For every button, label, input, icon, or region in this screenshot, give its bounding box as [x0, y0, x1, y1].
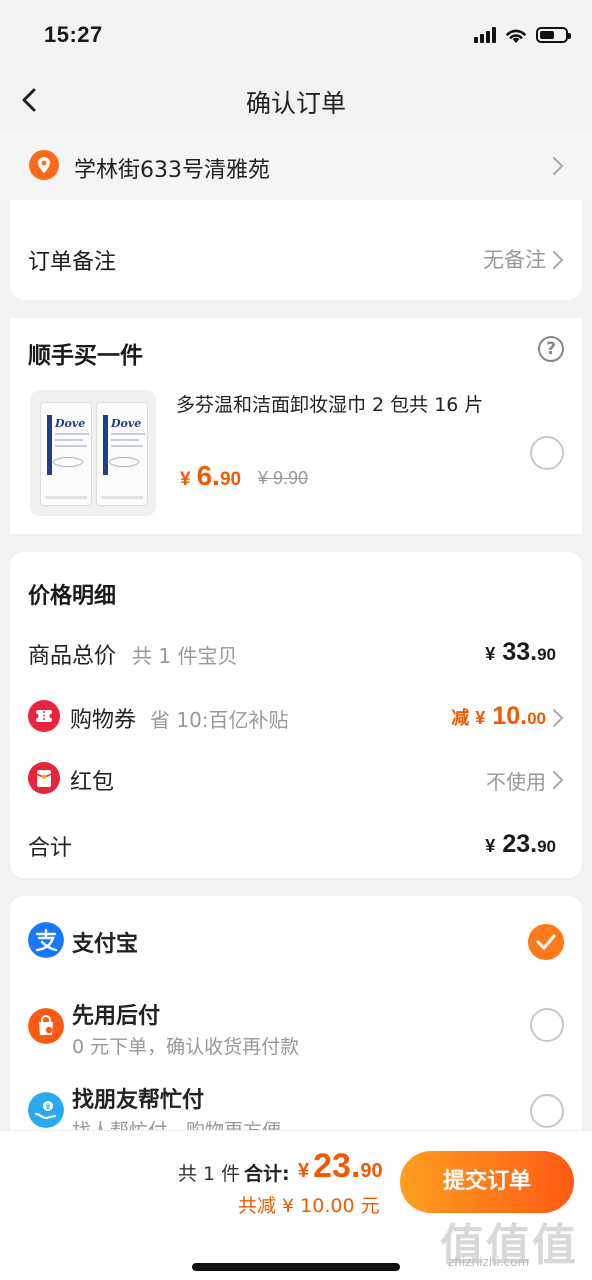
- currency-symbol: ¥: [298, 1160, 310, 1182]
- total-discount: 共减 ¥ 10.00 元: [238, 1195, 380, 1217]
- payment-option-title[interactable]: 找朋友帮忙付: [72, 1082, 204, 1114]
- amount-integer: 33.: [502, 638, 538, 666]
- total-label: 合计: [28, 836, 73, 861]
- currency-symbol: ¥: [485, 836, 496, 856]
- order-note-label: 订单备注: [28, 250, 117, 275]
- chevron-right-icon: [553, 771, 564, 789]
- status-time: 15:27: [44, 22, 103, 47]
- amount-decimal: 90: [537, 645, 556, 664]
- payment-option-subtitle: 0 元下单，确认收货再付款: [72, 1036, 300, 1058]
- subtotal-count: 共 1 件宝贝: [132, 644, 238, 668]
- location-pin-icon: [29, 150, 59, 180]
- battery-icon: [536, 27, 571, 43]
- cellular-signal-icon: [474, 27, 496, 43]
- original-price: ¥ 9.90: [258, 468, 309, 488]
- address-text: 学林街633号清雅苑: [74, 158, 270, 183]
- price-integer: 6.: [196, 460, 220, 491]
- order-note-card[interactable]: 订单备注 无备注: [10, 200, 582, 300]
- coupon-discount[interactable]: 减 ¥ 10. 00: [451, 702, 546, 731]
- status-bar: 15:27: [0, 0, 592, 70]
- payment-radio[interactable]: [530, 1094, 564, 1128]
- friend-pay-icon: ¥: [28, 1092, 64, 1128]
- currency-symbol: ¥: [485, 644, 496, 664]
- nav-bar: 确认订单: [0, 70, 592, 130]
- amount-integer: 23.: [313, 1147, 361, 1185]
- chevron-right-icon: [553, 709, 564, 727]
- order-note-value: 无备注: [483, 248, 546, 272]
- home-indicator: [192, 1263, 400, 1271]
- address-row[interactable]: 学林街633号清雅苑: [0, 132, 592, 200]
- wifi-icon: [506, 29, 526, 43]
- payment-option-title[interactable]: 支付宝: [72, 926, 138, 958]
- addon-card: 顺手买一件 ? Dove Dove 多芬温和洁面卸妆湿巾 2 包共 16 片 ¥…: [10, 318, 582, 534]
- price-detail-card: 价格明细 商品总价 共 1 件宝贝 ¥ 33. 90 购物券 省 10:百亿补贴…: [10, 552, 582, 878]
- price-decimal: 90: [219, 469, 242, 490]
- alipay-icon: [28, 922, 64, 958]
- product-image-brand: Dove: [55, 417, 86, 430]
- total-label: 合计:: [244, 1163, 290, 1185]
- chevron-right-icon: [553, 157, 564, 175]
- help-icon[interactable]: ?: [538, 336, 564, 362]
- amount-decimal: 00: [527, 709, 546, 728]
- payment-radio[interactable]: [530, 1008, 564, 1042]
- selected-check-icon[interactable]: [528, 924, 564, 960]
- coupon-icon: [28, 700, 60, 732]
- subtotal-label: 商品总价: [28, 644, 117, 669]
- page-title: 确认订单: [245, 89, 346, 118]
- coupon-label: 购物券: [70, 708, 137, 733]
- watermark-url: zhizhizhi.com: [448, 1255, 530, 1269]
- coupon-detail: 省 10:百亿补贴: [150, 708, 289, 732]
- amount-decimal: 90: [537, 837, 556, 856]
- amount-integer: 10.: [492, 702, 528, 730]
- svg-text:¥: ¥: [46, 1103, 51, 1112]
- wipe-pack-graphic: Dove: [96, 402, 148, 506]
- bottom-total-amount: ¥ 23. 90: [298, 1147, 383, 1186]
- amount-integer: 23.: [502, 830, 538, 858]
- addon-title: 顺手买一件: [28, 343, 143, 369]
- red-packet-value[interactable]: 不使用: [486, 766, 546, 795]
- amount-decimal: 90: [360, 1160, 383, 1182]
- pay-later-icon: [28, 1008, 64, 1044]
- bottom-submit-bar: 共 1 件 合计: ¥ 23. 90 共减 ¥ 10.00 元 提交订单 值值值…: [0, 1130, 592, 1280]
- submit-order-button[interactable]: 提交订单: [400, 1151, 574, 1213]
- payment-option-title[interactable]: 先用后付: [72, 998, 160, 1030]
- subtotal-amount: ¥ 33. 90: [485, 638, 556, 667]
- chevron-right-icon: [553, 251, 564, 269]
- item-count: 共 1 件: [178, 1163, 241, 1185]
- price-detail-title: 价格明细: [28, 584, 117, 609]
- currency-symbol: ¥: [475, 708, 486, 728]
- product-image: Dove Dove: [30, 390, 156, 516]
- currency-symbol: ¥: [180, 469, 191, 490]
- red-packet-label: 红包: [70, 770, 115, 795]
- status-icons: [474, 26, 571, 44]
- product-name[interactable]: 多芬温和洁面卸妆湿巾 2 包共 16 片: [176, 390, 483, 417]
- total-amount: ¥ 23. 90: [485, 830, 556, 859]
- wipe-pack-graphic: Dove: [40, 402, 92, 506]
- product-image-brand: Dove: [111, 417, 142, 430]
- product-price: ¥ 6. 90: [180, 460, 241, 492]
- addon-select-radio[interactable]: [530, 436, 564, 470]
- red-packet-icon: [28, 762, 60, 794]
- discount-prefix: 减: [451, 708, 470, 728]
